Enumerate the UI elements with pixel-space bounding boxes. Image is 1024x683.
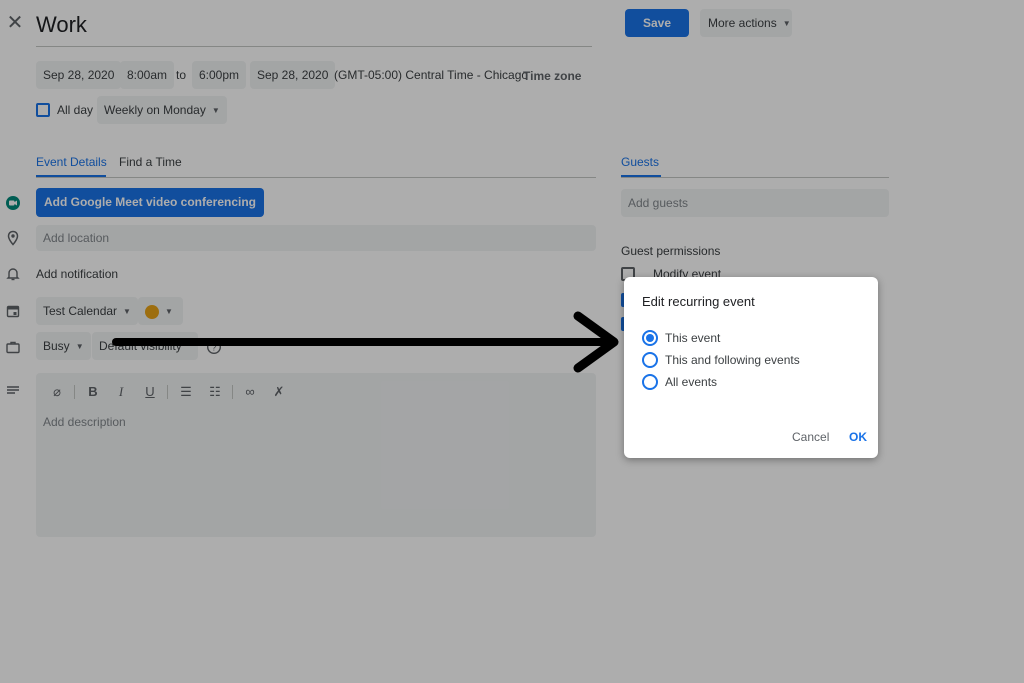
event-editor-page: ✕ Work Save More actions ▼ Sep 28, 2020 8…	[0, 0, 1024, 683]
edit-recurring-event-dialog: Edit recurring event This event This and…	[624, 277, 878, 458]
option-label: All events	[665, 375, 718, 389]
radio-this-and-following[interactable]	[642, 352, 658, 368]
dialog-title: Edit recurring event	[642, 294, 755, 309]
arrow-right-annotation	[112, 311, 619, 373]
option-label: This and following events	[665, 353, 800, 367]
radio-all-events[interactable]	[642, 374, 658, 390]
cancel-button[interactable]: Cancel	[792, 430, 829, 444]
radio-this-event[interactable]	[642, 330, 658, 346]
option-label: This event	[665, 331, 721, 345]
ok-button[interactable]: OK	[849, 430, 867, 444]
